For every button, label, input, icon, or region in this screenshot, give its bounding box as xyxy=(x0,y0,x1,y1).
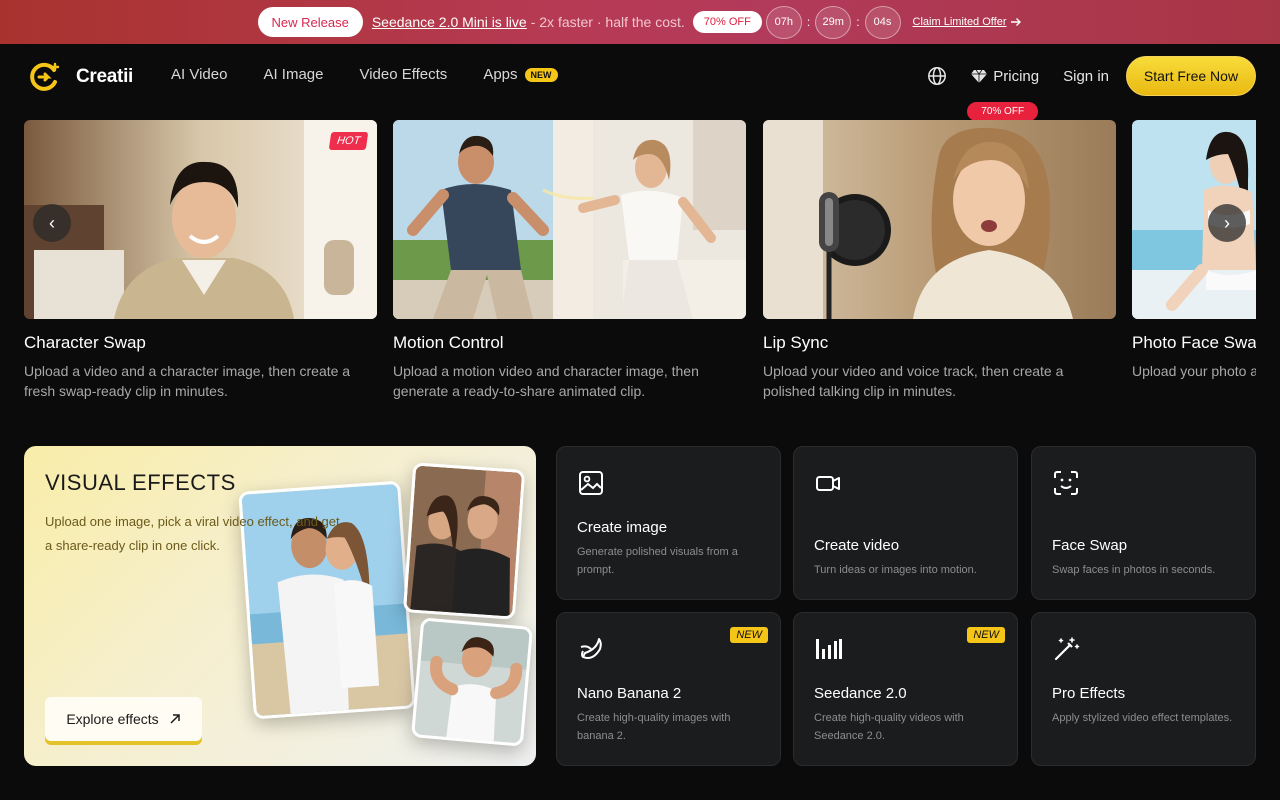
promo-discount-badge: 70% OFF xyxy=(692,11,762,33)
magic-wand-icon xyxy=(1054,637,1080,661)
tool-title: Face Swap xyxy=(1052,537,1128,554)
promo-headline-link[interactable]: Seedance 2.0 Mini is live xyxy=(372,14,527,30)
carousel-next-button[interactable]: › xyxy=(1208,204,1246,242)
face-scan-icon xyxy=(1054,471,1078,495)
brand-name: Creatii xyxy=(76,66,134,87)
timer-separator: : xyxy=(856,15,860,29)
claim-offer-link[interactable]: Claim Limited Offer xyxy=(913,16,1023,28)
new-badge: NEW xyxy=(730,627,768,643)
audio-bars-icon xyxy=(816,639,842,659)
tool-title: Create video xyxy=(814,537,900,554)
pricing-discount-badge: 70% OFF xyxy=(967,101,1039,121)
carousel-prev-button[interactable]: ‹ xyxy=(33,204,71,242)
explore-effects-label: Explore effects xyxy=(66,711,159,727)
friends-photo xyxy=(402,462,526,620)
globe-icon[interactable] xyxy=(927,66,947,86)
tool-card-create-video[interactable]: Create video Turn ideas or images into m… xyxy=(793,446,1018,600)
video-camera-icon xyxy=(816,476,840,491)
image-icon xyxy=(579,471,603,495)
card-title: Lip Sync xyxy=(763,333,829,352)
arrow-up-right-icon xyxy=(170,714,180,724)
tool-card-pro-effects[interactable]: Pro Effects Apply stylized video effect … xyxy=(1031,612,1256,766)
tool-card-create-image[interactable]: Create image Generate polished visuals f… xyxy=(556,446,781,600)
arrow-right-icon xyxy=(1011,18,1022,26)
card-title: Motion Control xyxy=(393,333,504,352)
visual-effects-title: VISUAL EFFECTS xyxy=(45,470,236,495)
visual-effects-description: Upload one image, pick a viral video eff… xyxy=(45,514,340,553)
start-free-button[interactable]: Start Free Now xyxy=(1126,56,1256,96)
card-description: Upload a video and a character image, th… xyxy=(24,363,351,399)
chevron-right-icon: › xyxy=(1224,212,1230,233)
tool-description: Create high-quality images with banana 2… xyxy=(577,712,731,742)
brand-logo[interactable]: Creatii xyxy=(28,60,133,94)
tool-description: Apply stylized video effect templates. xyxy=(1052,712,1233,724)
new-release-badge[interactable]: New Release xyxy=(257,7,363,37)
tool-description: Create high-quality videos with Seedance… xyxy=(814,712,964,742)
claim-offer-label: Claim Limited Offer xyxy=(912,16,1007,28)
timer-separator: : xyxy=(806,15,811,29)
tool-card-nano-banana[interactable]: NEW Nano Banana 2 Create high-quality im… xyxy=(556,612,781,766)
carousel-card-character-swap[interactable]: HOT Character Swap Upload a video and a … xyxy=(24,120,377,401)
character-swap-thumbnail: HOT xyxy=(24,120,377,319)
diamond-icon xyxy=(971,69,988,83)
card-description: Upload your video and voice track, then … xyxy=(763,363,1064,399)
banana-icon xyxy=(580,638,602,659)
tool-title: Create image xyxy=(577,519,668,536)
card-title: Photo Face Swap xyxy=(1132,333,1256,352)
card-description: Upload your photo a swap ready to share xyxy=(1132,363,1256,379)
tool-title: Nano Banana 2 xyxy=(577,685,682,702)
timer-hours: 07h xyxy=(765,5,802,39)
carousel-card-lip-sync[interactable]: Lip Sync Upload your video and voice tra… xyxy=(763,120,1116,401)
timer-seconds: 04s xyxy=(864,5,901,39)
nav-link-apps[interactable]: Apps NEW xyxy=(483,66,558,83)
nav-link-apps-label: Apps xyxy=(483,66,518,83)
feature-carousel: HOT Character Swap Upload a video and a … xyxy=(24,120,1256,410)
nav-link-video-effects[interactable]: Video Effects xyxy=(359,66,447,83)
top-nav: Creatii AI Video AI Image Video Effects … xyxy=(0,44,1280,121)
tool-card-seedance[interactable]: NEW Seedance 2.0 Create high-quality vid… xyxy=(793,612,1018,766)
pricing-label: Pricing xyxy=(993,67,1040,85)
tool-description: Swap faces in photos in seconds. xyxy=(1052,564,1216,576)
tool-card-face-swap[interactable]: Face Swap Swap faces in photos in second… xyxy=(1031,446,1256,600)
card-title: Character Swap xyxy=(24,333,146,352)
tool-title: Pro Effects xyxy=(1052,685,1126,702)
promo-banner: New Release Seedance 2.0 Mini is live - … xyxy=(0,0,1280,44)
card-description: Upload a motion video and character imag… xyxy=(393,363,699,399)
nav-link-ai-video[interactable]: AI Video xyxy=(171,66,227,83)
boy-photo xyxy=(410,617,534,747)
carousel-card-motion-control[interactable]: Motion Control Upload a motion video and… xyxy=(393,120,746,401)
sign-in-link[interactable]: Sign in xyxy=(1063,68,1109,85)
new-badge: NEW xyxy=(967,627,1005,643)
chevron-left-icon: ‹ xyxy=(49,212,55,233)
tool-title: Seedance 2.0 xyxy=(814,685,907,702)
nav-right: Pricing 70% OFF Sign in Start Free Now xyxy=(927,56,1256,121)
pricing-link[interactable]: Pricing 70% OFF xyxy=(967,67,1040,121)
hot-badge: HOT xyxy=(328,132,369,150)
lip-sync-thumbnail xyxy=(763,120,1116,319)
motion-control-thumbnail xyxy=(393,120,746,319)
nav-links: AI Video AI Image Video Effects Apps NEW xyxy=(171,66,594,83)
timer-minutes: 29m xyxy=(815,5,852,39)
tool-description: Generate polished visuals from a prompt. xyxy=(577,546,738,576)
carousel-card-photo-face-swap[interactable]: Photo Face Swap Upload your photo a swap… xyxy=(1132,120,1256,381)
visual-effects-panel[interactable]: VISUAL EFFECTS Upload one image, pick a … xyxy=(24,446,536,766)
tool-description: Turn ideas or images into motion. xyxy=(814,564,977,576)
explore-effects-button[interactable]: Explore effects xyxy=(45,697,202,741)
logo-mark-icon xyxy=(30,62,60,91)
promo-subtext: - 2x faster · half the cost. xyxy=(530,14,685,30)
nav-link-ai-image[interactable]: AI Image xyxy=(263,66,323,83)
apps-new-badge: NEW xyxy=(524,67,558,82)
